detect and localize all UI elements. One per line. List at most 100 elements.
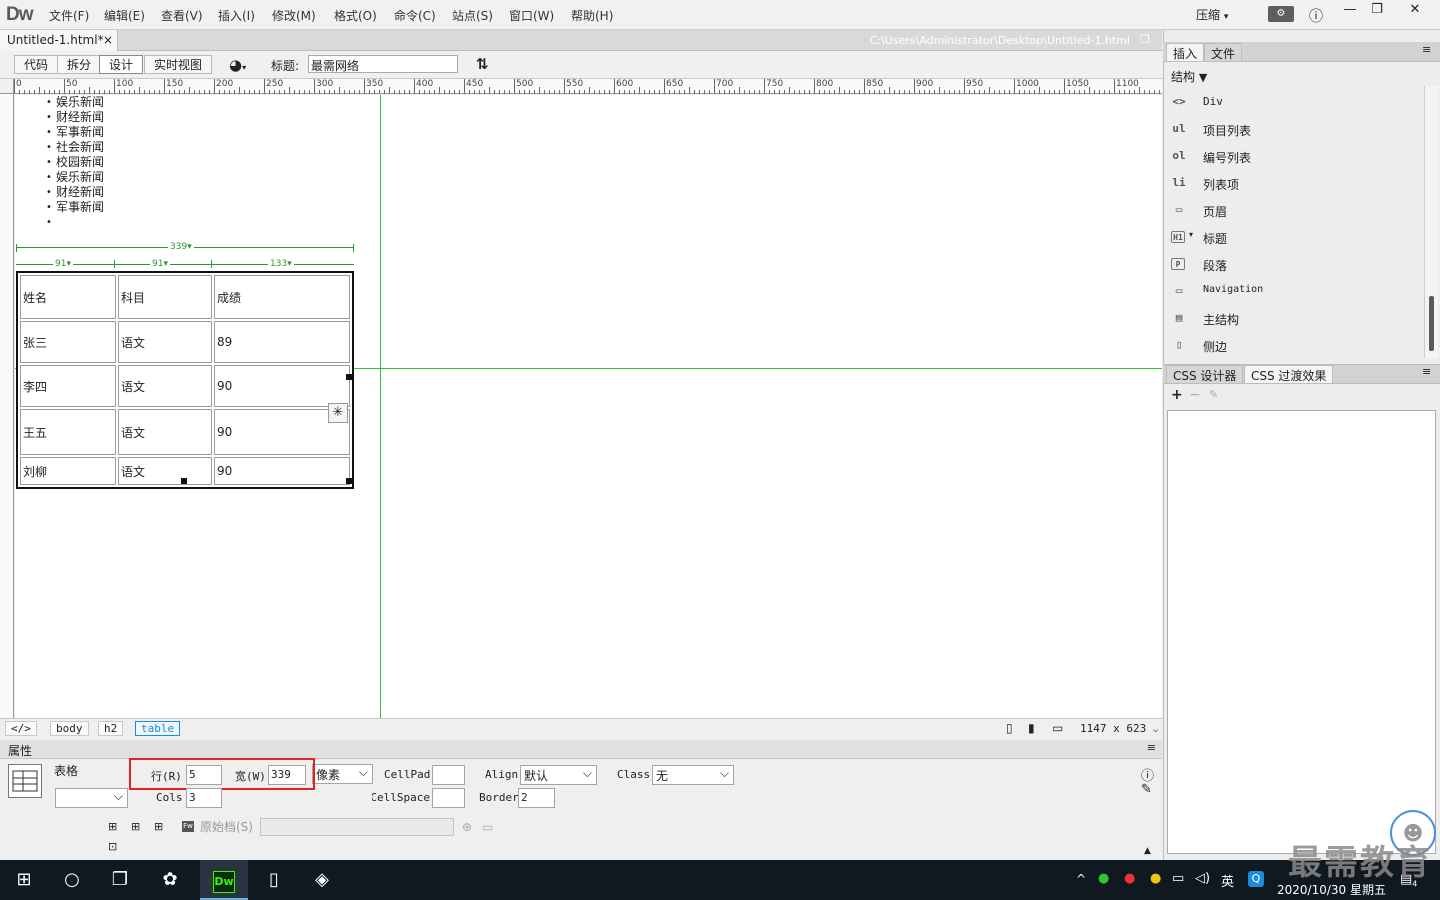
table-total-width[interactable]: 339▾ [168,242,194,252]
task-view-icon[interactable]: ❐ [96,860,144,900]
tray-app-icon[interactable]: ● [1150,871,1161,886]
dreamweaver-taskbar-icon[interactable]: Dw [200,860,248,900]
windows-start-icon[interactable]: ⊞ [0,860,48,900]
desktop-size-icon[interactable]: ▭ [1052,721,1063,735]
collapse-icon[interactable]: ▲ [1144,846,1151,856]
network-icon[interactable]: ▭ [1172,871,1184,886]
cellspace-input[interactable] [432,788,465,808]
file-transfer-icon[interactable]: ⇅ [476,55,489,73]
table-cell[interactable]: 王五 [20,409,116,455]
data-table[interactable]: 姓名 科目 成绩 张三 语文 89 李四 语文 90 王五 语文 90 刘柳 语… [16,271,354,489]
insert-scrollbar[interactable] [1424,86,1438,358]
sync-settings-icon[interactable]: ⚙ [1268,6,1294,22]
tab-files[interactable]: 文件 [1204,43,1243,61]
tablet-size-icon[interactable]: ▮ [1028,721,1035,735]
panel-menu-icon[interactable]: ≡ [1147,741,1156,754]
close-window-button[interactable]: ✕ [1395,0,1435,22]
clear-row-heights-icon[interactable]: ⊡ [108,840,117,853]
transitions-list[interactable] [1167,410,1436,854]
menu-modify[interactable]: 修改(M) [272,7,316,24]
menu-window[interactable]: 窗口(W) [509,7,554,24]
column-width-3[interactable]: 133▾ [268,259,294,269]
table-cell[interactable]: 语文 [118,365,212,407]
table-cell[interactable]: 语文 [118,409,212,455]
workspace-switcher[interactable]: 压缩 ▾ [1196,6,1228,23]
tab-css-transitions[interactable]: CSS 过渡效果 [1244,365,1334,383]
browser-preview-icon[interactable]: ◕▾ [229,56,246,74]
align-select[interactable]: 默认 [520,765,597,785]
info-icon[interactable]: ⓘ [1309,6,1323,26]
menu-file[interactable]: 文件(F) [49,7,89,24]
table-cell[interactable]: 90 [214,457,350,485]
edit-transition-icon[interactable]: ✎ [1209,388,1218,401]
folder-icon[interactable]: ▭ [482,820,493,834]
list-item[interactable] [32,215,104,230]
wechat-icon[interactable]: ● [1098,871,1109,886]
table-cell[interactable]: 李四 [20,365,116,407]
live-view-button[interactable]: 实时视图 [144,55,213,74]
cols-input[interactable]: 3 [186,788,222,808]
document-tab[interactable]: Untitled-1.html* × [0,30,118,51]
resize-handle[interactable] [346,374,352,380]
menu-site[interactable]: 站点(S) [452,7,493,24]
tag-body[interactable]: body [50,721,89,736]
tag-table[interactable]: table [135,721,181,736]
table-cell[interactable]: 姓名 [20,275,116,319]
list-item[interactable]: 财经新闻 [32,185,104,200]
table-width-indicator[interactable]: 339▾ 91▾ 91▾ 133▾ [16,242,354,270]
table-cell[interactable]: 刘柳 [20,457,116,485]
design-view-button[interactable]: 设计 [99,55,144,74]
split-view-button[interactable]: 拆分 [57,55,102,74]
tag-h2[interactable]: h2 [98,721,124,736]
class-select[interactable]: 无 [652,765,734,785]
list-item[interactable]: 娱乐新闻 [32,95,104,110]
insert-category-select[interactable]: 结构 ▼ [1171,68,1207,85]
document-taskbar-icon[interactable]: ▯ [250,860,298,900]
menu-commands[interactable]: 命令(C) [394,7,436,24]
point-to-file-icon[interactable]: ⊕ [462,820,472,834]
column-width-2[interactable]: 91▾ [150,259,170,269]
tab-css-designer[interactable]: CSS 设计器 [1166,365,1244,383]
input-method-icon[interactable]: Q [1248,871,1264,887]
resize-handle[interactable] [181,478,187,484]
qq-icon[interactable]: ● [1124,871,1135,886]
table-cell[interactable]: 89 [214,321,350,363]
search-icon[interactable]: ○ [48,860,96,900]
convert-to-pixels-icon[interactable]: ⊞ [131,820,140,833]
clear-column-widths-icon[interactable]: ⊞ [108,820,117,833]
cellpad-input[interactable] [432,765,465,785]
border-input[interactable]: 2 [518,788,555,808]
source-input[interactable] [260,818,454,836]
input-language[interactable]: 英 [1221,871,1234,890]
list-item[interactable]: 社会新闻 [32,140,104,155]
table-cell[interactable]: 语文 [118,457,212,485]
menu-insert[interactable]: 插入(I) [218,7,255,24]
table-cell[interactable]: 语文 [118,321,212,363]
menu-view[interactable]: 查看(V) [161,7,203,24]
restore-doc-icon[interactable]: ❐ [1140,33,1150,46]
list-item[interactable]: 军事新闻 [32,125,104,140]
list-item[interactable]: 校园新闻 [32,155,104,170]
panel-menu-icon[interactable]: ≡ [1422,43,1431,56]
code-view-button[interactable]: 代码 [14,55,59,74]
column-width-1[interactable]: 91▾ [53,259,73,269]
window-size[interactable]: 1147 x 623 ⌵ [1080,722,1158,735]
resize-handle[interactable] [346,478,352,484]
vertical-guide[interactable] [380,95,381,718]
edit-icon[interactable]: ✎ [1141,782,1152,797]
add-transition-icon[interactable]: + [1171,387,1183,403]
installer-taskbar-icon[interactable]: ◈ [298,860,346,900]
scrollbar-thumb[interactable] [1429,296,1434,351]
table-cell[interactable]: 成绩 [214,275,350,319]
move-handle-icon[interactable]: ✳ [328,403,348,423]
tray-expand-icon[interactable]: ^ [1076,872,1086,886]
menu-help[interactable]: 帮助(H) [571,7,613,24]
volume-icon[interactable]: ◁) [1195,871,1210,886]
code-navigator-button[interactable]: </> [5,721,37,736]
close-icon[interactable]: × [103,33,113,47]
convert-to-percent-icon[interactable]: ⊞ [154,820,163,833]
table-id-select[interactable] [55,788,128,808]
table-cell[interactable]: 张三 [20,321,116,363]
width-unit-select[interactable]: 像素 [312,764,373,784]
table-cell[interactable]: 90 [214,365,350,407]
